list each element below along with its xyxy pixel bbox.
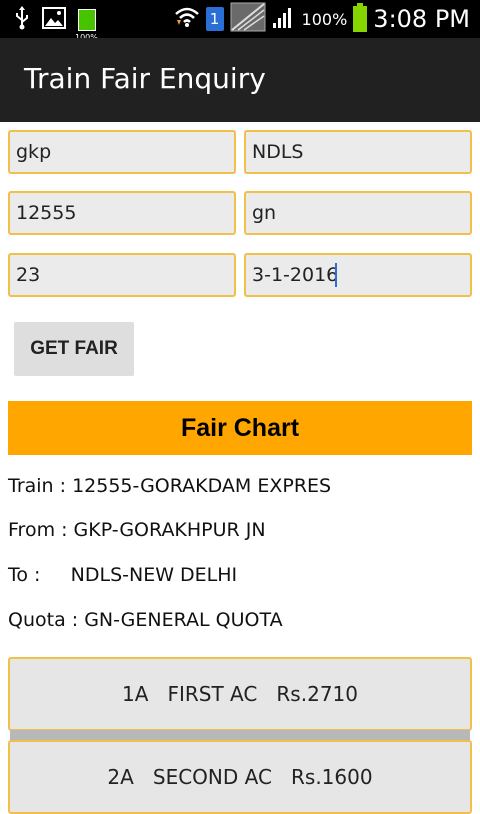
no-sim-icon: [230, 2, 266, 36]
to-info: To : NDLS-NEW DELHI: [8, 564, 238, 586]
battery-percent: 100%: [301, 9, 348, 29]
source-station-input[interactable]: [8, 130, 236, 174]
quota-info: Quota : GN-GENERAL QUOTA: [8, 609, 283, 631]
status-bar-system: 1 100% 3:08 PM: [174, 0, 470, 38]
train-number-input[interactable]: [8, 191, 236, 235]
destination-station-input[interactable]: [244, 130, 472, 174]
status-time: 3:08 PM: [373, 5, 470, 33]
app-title: Train Fair Enquiry: [24, 62, 266, 95]
gallery-icon: [42, 7, 66, 33]
journey-date-input[interactable]: [244, 253, 472, 297]
fair-chart-header: Fair Chart: [8, 401, 472, 455]
get-fair-button[interactable]: GET FAIR: [14, 322, 134, 376]
from-info: From : GKP-GORAKHPUR JN: [8, 519, 266, 541]
signal-strength-icon: [272, 5, 296, 33]
status-bar-notifications: 100%: [14, 6, 98, 42]
usb-icon: [14, 6, 30, 34]
action-bar: Train Fair Enquiry: [0, 38, 480, 122]
fair-chart-title: Fair Chart: [180, 413, 300, 442]
battery-icon: [353, 3, 368, 32]
quota-input[interactable]: [244, 191, 472, 235]
age-input[interactable]: [8, 253, 236, 297]
wifi-icon: [174, 6, 200, 32]
fare-list-divider: [10, 730, 470, 740]
notification-count-badge: 1: [205, 7, 224, 31]
battery-notification-icon: 100%: [75, 9, 98, 42]
text-cursor: [335, 263, 337, 287]
train-info: Train : 12555-GORAKDAM EXPRES: [8, 475, 332, 497]
status-bar: 100% 1: [0, 0, 480, 42]
fare-row-2a[interactable]: 2A SECOND AC Rs.1600: [8, 740, 472, 814]
fare-row-1a[interactable]: 1A FIRST AC Rs.2710: [8, 657, 472, 731]
